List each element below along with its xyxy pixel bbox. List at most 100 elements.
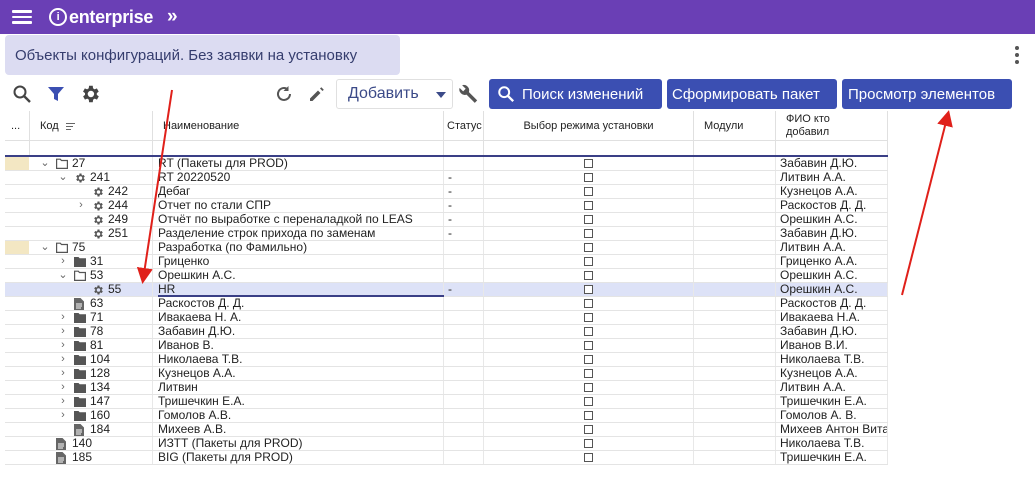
- settings-gear-icon[interactable]: [78, 82, 102, 106]
- mode-cell: [484, 381, 694, 394]
- fio-cell: Кузнецов А.А.: [776, 367, 888, 380]
- table-row[interactable]: ⌄ 53 Орешкин А.С. Орешкин А.С.: [5, 269, 888, 283]
- install-mode-checkbox[interactable]: [584, 243, 593, 252]
- install-mode-checkbox[interactable]: [584, 187, 593, 196]
- collapse-chevron-icon[interactable]: ⌄: [40, 241, 50, 254]
- expand-chevron-icon[interactable]: ›: [58, 395, 68, 408]
- table-row[interactable]: › 160 Гомолов А.В. Гомолов А. В.: [5, 409, 888, 423]
- fio-cell: Орешкин А.С.: [776, 213, 888, 226]
- modules-cell: [694, 241, 776, 254]
- table-row[interactable]: › 81 Иванов В. Иванов В.И.: [5, 339, 888, 353]
- table-row[interactable]: › 128 Кузнецов А.А. Кузнецов А.А.: [5, 367, 888, 381]
- table-row[interactable]: › 31 Гриценко Гриценко А.А.: [5, 255, 888, 269]
- code-value: 75: [72, 241, 86, 254]
- table-row[interactable]: ⌄ 241 RT 20220520- Литвин А.А.: [5, 171, 888, 185]
- install-mode-checkbox[interactable]: [584, 439, 593, 448]
- filter-modules-cell[interactable]: [694, 141, 776, 155]
- filter-fio-cell[interactable]: [776, 141, 888, 155]
- expand-chevron-icon[interactable]: ›: [58, 325, 68, 338]
- filter-mode-cell[interactable]: [484, 141, 694, 155]
- install-mode-checkbox[interactable]: [584, 229, 593, 238]
- view-elements-button[interactable]: Просмотр элементов: [842, 79, 1012, 109]
- expand-chevron-icon[interactable]: ›: [58, 381, 68, 394]
- gear-icon: [92, 214, 104, 225]
- install-mode-checkbox[interactable]: [584, 257, 593, 266]
- install-mode-checkbox[interactable]: [584, 341, 593, 350]
- column-header-name[interactable]: Наименование: [153, 111, 444, 141]
- column-header-fio-label: ФИО кто добавил: [786, 113, 830, 138]
- table-row[interactable]: 251 Разделение строк прихода по заменам - З…: [5, 227, 888, 241]
- expand-chevron-icon[interactable]: ›: [58, 311, 68, 324]
- more-vertical-icon[interactable]: [1015, 46, 1019, 64]
- collapse-chevron-icon[interactable]: ⌄: [58, 269, 68, 282]
- modules-cell: [694, 227, 776, 240]
- install-mode-checkbox[interactable]: [584, 411, 593, 420]
- install-mode-checkbox[interactable]: [584, 285, 593, 294]
- expand-chevron-icon[interactable]: ›: [58, 255, 68, 268]
- install-mode-checkbox[interactable]: [584, 453, 593, 462]
- search-changes-button[interactable]: Поиск изменений: [489, 79, 662, 109]
- table-row[interactable]: › 244 Отчет по стали СПР - Раскостов Д. Д.: [5, 199, 888, 213]
- name-cell: Разделение строк прихода по заменам: [153, 227, 444, 240]
- install-mode-checkbox[interactable]: [584, 299, 593, 308]
- wrench-icon[interactable]: [456, 82, 480, 106]
- install-mode-checkbox[interactable]: [584, 159, 593, 168]
- filter-status-cell[interactable]: [444, 141, 484, 155]
- column-header-modules[interactable]: Модули: [694, 111, 776, 141]
- column-header-code[interactable]: Код: [30, 111, 153, 141]
- table-row[interactable]: 184 Михеев А.В. Михеев Антон Вита: [5, 423, 888, 437]
- install-mode-checkbox[interactable]: [584, 327, 593, 336]
- table-row[interactable]: › 71 Ивакаева Н. А. Ивакаева Н.А.: [5, 311, 888, 325]
- install-mode-checkbox[interactable]: [584, 425, 593, 434]
- table-row[interactable]: 63 Раскостов Д. Д. Раскостов Д. Д.: [5, 297, 888, 311]
- filter-icon[interactable]: [44, 82, 68, 106]
- column-header-mode[interactable]: Выбор режима установки: [484, 111, 694, 141]
- table-row[interactable]: › 147 Тришечкин Е.А. Тришечкин Е.А.: [5, 395, 888, 409]
- install-mode-checkbox[interactable]: [584, 383, 593, 392]
- table-row[interactable]: ⌄ 75 Разработка (по Фамильно) Литвин А.А.: [5, 241, 888, 255]
- edit-pencil-icon[interactable]: [305, 82, 329, 106]
- code-value: 244: [108, 199, 129, 212]
- name-cell: Кузнецов А.А.: [153, 367, 444, 380]
- search-icon[interactable]: [10, 82, 34, 106]
- column-header-status[interactable]: Статус: [444, 111, 484, 141]
- expand-chevron-icon[interactable]: ›: [58, 339, 68, 352]
- table-row[interactable]: 140 ИЗТТ (Пакеты для PROD) Николаева Т.В.: [5, 437, 888, 451]
- expand-chevron-icon[interactable]: ›: [76, 199, 86, 212]
- add-dropdown[interactable]: Добавить: [336, 79, 453, 109]
- folder-open-icon: [56, 242, 68, 253]
- collapse-chevron-icon[interactable]: ⌄: [40, 157, 50, 170]
- status-cell: -: [444, 213, 484, 226]
- install-mode-checkbox[interactable]: [584, 369, 593, 378]
- install-mode-checkbox[interactable]: [584, 397, 593, 406]
- refresh-icon[interactable]: [272, 82, 296, 106]
- filter-name-cell[interactable]: [153, 141, 444, 155]
- table-row[interactable]: 249 Отчёт по выработке с переналадкой по …: [5, 213, 888, 227]
- column-header-fio[interactable]: ФИО кто добавил: [776, 111, 888, 141]
- install-mode-checkbox[interactable]: [584, 201, 593, 210]
- build-package-button[interactable]: Сформировать пакет: [667, 79, 837, 109]
- install-mode-checkbox[interactable]: [584, 313, 593, 322]
- table-row[interactable]: ⌄ 27 RT (Пакеты для PROD) Забавин Д.Ю.: [5, 157, 888, 171]
- install-mode-checkbox[interactable]: [584, 355, 593, 364]
- expand-chevron-icon[interactable]: ›: [58, 353, 68, 366]
- table-row-selected[interactable]: 55 HR - Орешкин А.С.: [5, 283, 888, 297]
- grid-body: ⌄ 27 RT (Пакеты для PROD) Забавин Д.Ю. ⌄ 241 R…: [5, 157, 888, 465]
- code-cell: ⌄ 27: [30, 157, 153, 170]
- code-value: 147: [90, 395, 111, 408]
- collapse-chevron-icon[interactable]: ⌄: [58, 171, 68, 184]
- expand-chevron-icon[interactable]: ›: [58, 367, 68, 380]
- table-row[interactable]: › 78 Забавин Д.Ю. Забавин Д.Ю.: [5, 325, 888, 339]
- menu-icon[interactable]: [12, 10, 32, 24]
- table-row[interactable]: 185 BIG (Пакеты для PROD) Тришечкин Е.А.: [5, 451, 888, 465]
- install-mode-checkbox[interactable]: [584, 271, 593, 280]
- table-row[interactable]: › 104 Николаева Т.В. Николаева Т.В.: [5, 353, 888, 367]
- table-row[interactable]: 242 Дебаг - Кузнецов А.А.: [5, 185, 888, 199]
- install-mode-checkbox[interactable]: [584, 215, 593, 224]
- column-menu[interactable]: ...: [5, 111, 30, 141]
- install-mode-checkbox[interactable]: [584, 173, 593, 182]
- expand-chevron-icon[interactable]: »: [167, 6, 178, 28]
- expand-chevron-icon[interactable]: ›: [58, 409, 68, 422]
- filter-code-cell[interactable]: [30, 141, 153, 155]
- table-row[interactable]: › 134 Литвин Литвин А.А.: [5, 381, 888, 395]
